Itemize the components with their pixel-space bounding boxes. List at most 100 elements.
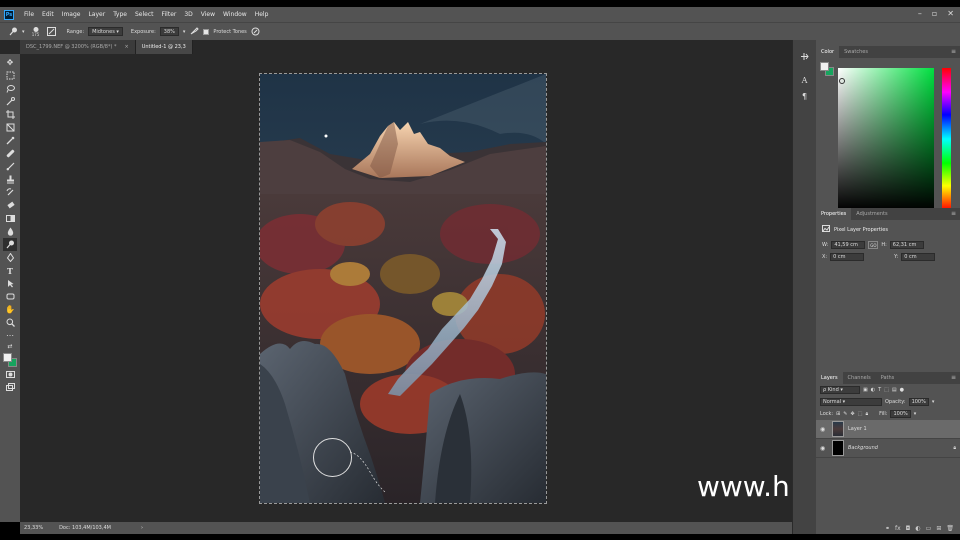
gradient-tool-icon[interactable]: [3, 212, 17, 225]
opacity-chevron-icon[interactable]: ▾: [932, 399, 935, 405]
adjustment-layer-icon[interactable]: ◐: [915, 525, 920, 532]
layer-row-layer-1[interactable]: ◉ Layer 1: [816, 420, 960, 439]
path-selection-tool-icon[interactable]: [3, 277, 17, 290]
menu-file[interactable]: File: [24, 11, 34, 18]
menu-window[interactable]: Window: [223, 11, 247, 18]
frame-tool-icon[interactable]: [3, 121, 17, 134]
swap-colors-icon[interactable]: ⇄: [3, 342, 17, 350]
layer-filter-select[interactable]: ρ Kind ▾: [820, 386, 860, 394]
lock-pixels-icon[interactable]: ✎: [843, 411, 847, 417]
protect-tones-checkbox[interactable]: [203, 28, 210, 35]
filter-adjustment-icon[interactable]: ◐: [871, 387, 875, 393]
tab-document-2[interactable]: Untitled-1 @ 23,3: [135, 40, 193, 54]
lock-position-icon[interactable]: ✥: [851, 411, 855, 417]
delete-layer-icon[interactable]: 🗑︎: [946, 525, 954, 532]
menu-edit[interactable]: Edit: [42, 11, 54, 18]
tab-document-1[interactable]: DSC_1799.NEF @ 3200% (RGB/8*) * ×: [20, 40, 136, 54]
marquee-tool-icon[interactable]: [3, 69, 17, 82]
foreground-color-swatch[interactable]: [3, 353, 12, 362]
fill-chevron-icon[interactable]: ▾: [914, 411, 917, 417]
chevron-down-icon[interactable]: ▾: [22, 29, 25, 35]
shape-tool-icon[interactable]: [3, 290, 17, 303]
menu-view[interactable]: View: [201, 11, 215, 18]
filter-smart-icon[interactable]: ▤: [892, 387, 897, 393]
fill-input[interactable]: 100%: [890, 410, 911, 418]
history-panel-icon[interactable]: [799, 50, 811, 62]
pen-tool-icon[interactable]: [3, 251, 17, 264]
menu-help[interactable]: Help: [255, 11, 269, 18]
minimize-icon[interactable]: –: [918, 9, 922, 18]
menu-filter[interactable]: Filter: [162, 11, 177, 18]
lasso-tool-icon[interactable]: [3, 82, 17, 95]
status-arrow-icon[interactable]: ›: [141, 525, 143, 531]
menu-type[interactable]: Type: [113, 11, 127, 18]
screen-mode-icon[interactable]: [3, 381, 17, 394]
pressure-size-icon[interactable]: [251, 27, 261, 37]
menu-layer[interactable]: Layer: [88, 11, 105, 18]
new-layer-icon[interactable]: ⊞: [936, 525, 941, 532]
visibility-eye-icon[interactable]: ◉: [820, 445, 828, 452]
x-input[interactable]: 0 cm: [830, 253, 865, 261]
hue-slider[interactable]: [942, 68, 951, 210]
filter-type-icon[interactable]: T: [878, 387, 881, 393]
menu-select[interactable]: Select: [135, 11, 154, 18]
tab-color[interactable]: Color: [816, 46, 840, 58]
dodge-tool-icon[interactable]: [8, 27, 18, 37]
saturation-brightness-field[interactable]: [838, 68, 934, 210]
new-group-icon[interactable]: ▭: [926, 525, 932, 532]
clone-stamp-tool-icon[interactable]: [3, 173, 17, 186]
character-panel-icon[interactable]: A: [799, 74, 811, 86]
more-tools-icon[interactable]: ⋯: [3, 329, 17, 342]
tab-properties[interactable]: Properties: [816, 208, 852, 220]
quick-mask-icon[interactable]: [3, 368, 17, 381]
link-layers-icon[interactable]: ⚭: [885, 525, 890, 532]
quick-selection-tool-icon[interactable]: [3, 95, 17, 108]
color-marker[interactable]: [839, 78, 845, 84]
menu-image[interactable]: Image: [62, 11, 81, 18]
brush-tool-icon[interactable]: [3, 160, 17, 173]
dodge-tool-icon[interactable]: [3, 238, 17, 251]
tab-channels[interactable]: Channels: [843, 372, 876, 384]
paragraph-panel-icon[interactable]: ¶: [799, 90, 811, 102]
layer-row-background[interactable]: ◉ Background 🔒︎: [816, 439, 960, 458]
range-select[interactable]: Midtones ▾: [88, 27, 123, 36]
blur-tool-icon[interactable]: [3, 225, 17, 238]
blend-mode-select[interactable]: Normal ▾: [820, 398, 882, 406]
hand-tool-icon[interactable]: ✋: [3, 303, 17, 316]
document-canvas[interactable]: [259, 73, 547, 504]
eyedropper-tool-icon[interactable]: [3, 134, 17, 147]
healing-brush-tool-icon[interactable]: [3, 147, 17, 160]
close-icon[interactable]: ✕: [947, 9, 954, 18]
menu-3d[interactable]: 3D: [184, 11, 192, 18]
panel-menu-icon[interactable]: ≡: [951, 48, 956, 55]
zoom-tool-icon[interactable]: [3, 316, 17, 329]
height-input[interactable]: 62,31 cm: [889, 241, 924, 249]
filter-shape-icon[interactable]: ⬚: [884, 387, 889, 393]
panel-menu-icon[interactable]: ≡: [951, 374, 956, 381]
lock-artboard-icon[interactable]: ⬚: [858, 411, 863, 417]
lock-transparent-icon[interactable]: ⊞: [836, 411, 840, 417]
airbrush-icon[interactable]: [189, 27, 199, 37]
opacity-input[interactable]: 100%: [908, 398, 929, 406]
restore-icon[interactable]: ▫: [932, 9, 937, 18]
panel-menu-icon[interactable]: ≡: [951, 210, 956, 217]
layer-style-icon[interactable]: fx: [895, 525, 901, 532]
exposure-chevron-icon[interactable]: ▾: [183, 29, 186, 35]
tab-paths[interactable]: Paths: [876, 372, 900, 384]
zoom-level[interactable]: 23,33%: [24, 525, 43, 531]
foreground-color-swatch[interactable]: [820, 62, 829, 71]
tab-adjustments[interactable]: Adjustments: [851, 208, 892, 220]
crop-tool-icon[interactable]: [3, 108, 17, 121]
filter-toggle-icon[interactable]: ●: [900, 387, 904, 393]
y-input[interactable]: 0 cm: [901, 253, 936, 261]
filter-pixel-icon[interactable]: ▣: [863, 387, 868, 393]
tab-swatches[interactable]: Swatches: [839, 46, 873, 58]
move-tool-icon[interactable]: ✥: [3, 56, 17, 69]
lock-all-icon[interactable]: 🔒︎: [865, 411, 868, 417]
type-tool-icon[interactable]: T: [3, 264, 17, 277]
tab-layers[interactable]: Layers: [816, 372, 843, 384]
eraser-tool-icon[interactable]: [3, 199, 17, 212]
add-mask-icon[interactable]: ◘: [906, 525, 911, 532]
brush-preset-icon[interactable]: 175: [29, 26, 43, 37]
visibility-eye-icon[interactable]: ◉: [820, 426, 828, 433]
